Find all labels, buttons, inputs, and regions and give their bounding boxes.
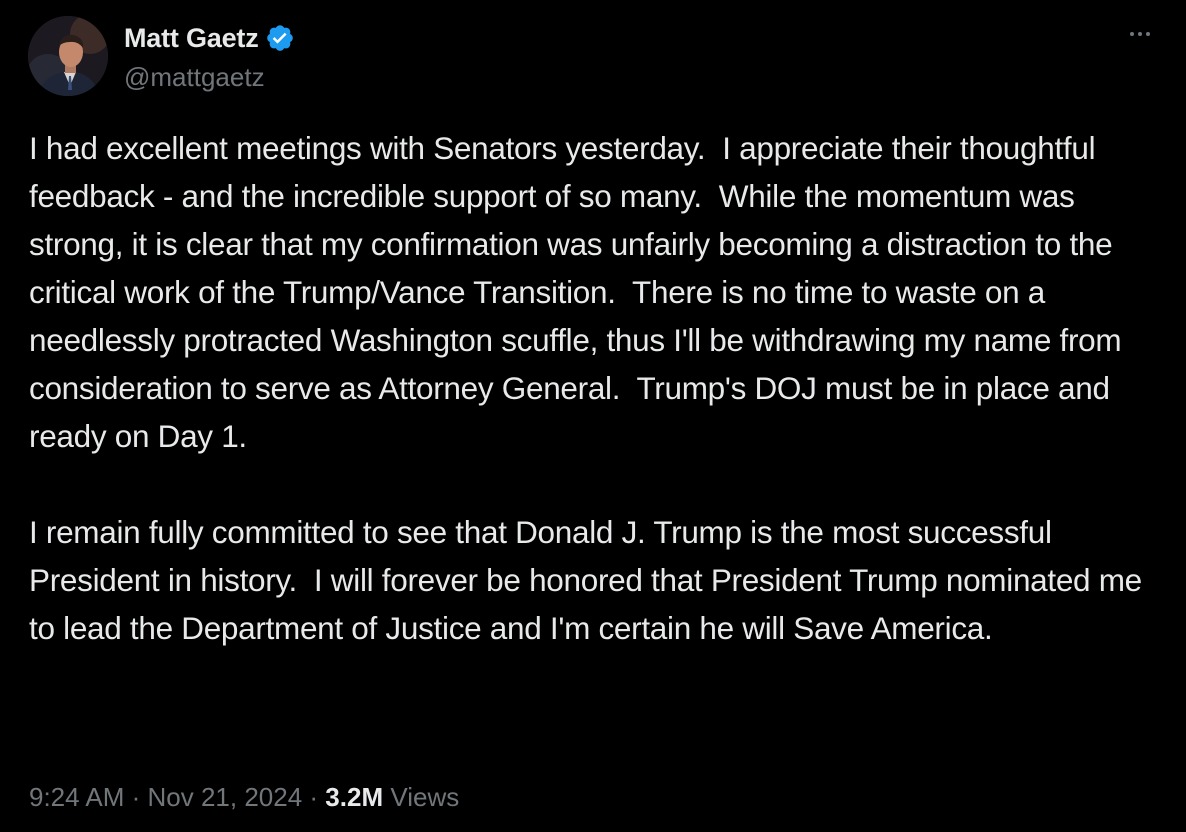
author-handle[interactable]: @mattgaetz: [124, 62, 295, 93]
tweet-meta: 9:24 AM · Nov 21, 2024 · 3.2M Views: [29, 782, 459, 813]
tweet-text: I had excellent meetings with Senators y…: [29, 124, 1169, 652]
more-options-icon[interactable]: [1124, 22, 1156, 46]
views-gap: [383, 782, 390, 813]
views-label: Views: [390, 782, 460, 812]
author-display-name[interactable]: Matt Gaetz: [124, 23, 259, 54]
more-dot: [1130, 32, 1134, 36]
tweet-time[interactable]: 9:24 AM: [29, 782, 124, 813]
meta-separator: ·: [302, 782, 326, 812]
avatar-image: [28, 16, 108, 96]
tweet-date[interactable]: Nov 21, 2024: [148, 782, 303, 813]
tweet-paragraph: I had excellent meetings with Senators y…: [29, 130, 1130, 454]
meta-separator: ·: [124, 782, 148, 812]
more-dot: [1138, 32, 1142, 36]
tweet-card: Matt Gaetz @mattgaetz I had excellent me…: [0, 0, 1186, 832]
author-block: Matt Gaetz @mattgaetz: [124, 18, 295, 93]
tweet-paragraph: I remain fully committed to see that Don…: [29, 514, 1151, 646]
avatar[interactable]: [28, 16, 108, 96]
name-row: Matt Gaetz: [124, 18, 295, 58]
verified-badge-icon[interactable]: [265, 23, 295, 53]
more-dot: [1146, 32, 1150, 36]
views-count[interactable]: 3.2M: [325, 782, 383, 813]
